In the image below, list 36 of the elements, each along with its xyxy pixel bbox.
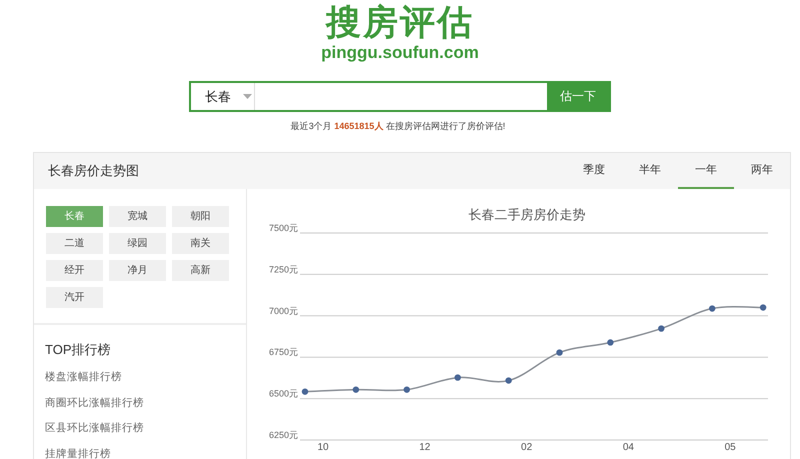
x-axis-label: 05 [724,442,736,453]
y-axis-label: 7250元 [269,264,298,274]
notice-text: 最近3个月 14651815人 在搜房评估网进行了房价评估! [290,120,506,133]
ranking-link[interactable]: 挂牌量排行榜 [45,442,246,459]
district-button[interactable]: 净月 [109,260,166,281]
y-axis-label: 7000元 [269,306,298,316]
x-axis-label: 10 [317,442,329,453]
district-button[interactable]: 绿园 [109,233,166,254]
period-tab[interactable]: 半年 [622,153,678,189]
y-axis-label: 6250元 [269,430,298,440]
x-axis-label: 02 [521,442,532,453]
x-axis-label: 12 [419,442,430,453]
search-button[interactable]: 估一下 [547,83,609,110]
district-button[interactable]: 二道 [46,233,103,254]
chart-title: 长春二手房房价走势 [468,207,586,222]
district-button[interactable]: 高新 [172,260,229,281]
ranking-link[interactable]: 区县环比涨幅排行榜 [45,416,246,442]
y-axis-label: 6750元 [269,347,298,358]
panel-title: 长春房价走势图 [47,162,139,180]
ranking-title: TOP排行榜 [45,341,112,359]
y-axis-label: 7500元 [269,223,298,233]
logo-url: pinggu.soufun.com [321,43,479,63]
caret-icon [243,94,252,99]
ranking-link[interactable]: 楼盘涨幅排行榜 [45,365,246,390]
district-button[interactable]: 南关 [172,233,229,254]
district-button[interactable]: 朝阳 [172,206,229,227]
period-tab[interactable]: 季度 [566,153,622,189]
period-tab[interactable]: 一年 [678,153,734,189]
district-button[interactable]: 经开 [46,260,103,281]
district-button[interactable]: 汽开 [46,287,103,308]
y-axis-label: 6500元 [269,388,298,399]
logo-title: 搜房评估 [326,3,474,43]
ranking-link[interactable]: 商圈环比涨幅排行榜 [45,390,246,416]
period-tab[interactable]: 两年 [734,153,790,189]
x-axis-label: 04 [622,442,634,453]
district-button[interactable]: 宽城 [109,206,166,227]
